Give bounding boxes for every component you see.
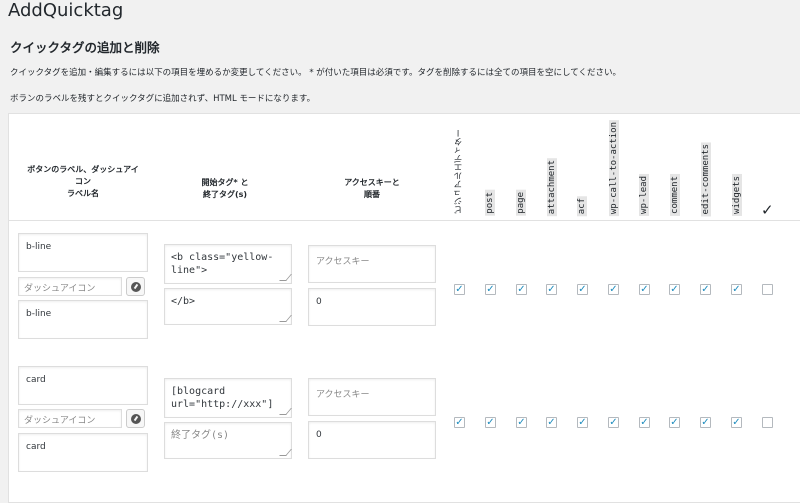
column-header-tags: 開始タグ* と 終了タグ(s) [201, 178, 249, 199]
description-note: ボランのラベルを残すとクイックタグに追加されず、HTML モードになります。 [10, 94, 316, 104]
section-title: クイックタグの追加と削除 [10, 40, 160, 55]
dashboard-icon[interactable] [126, 277, 145, 296]
checkbox-wp-call-to-action[interactable]: ✓ [608, 417, 619, 428]
checkbox-widgets[interactable]: ✓ [731, 284, 742, 295]
start-tag-textarea[interactable]: <b class="yellow- line"> [164, 244, 292, 284]
dashicon-input[interactable]: ダッシュアイコン [18, 277, 122, 296]
description-text: クイックタグを追加・編集するには以下の項目を埋めるか変更してください。 * が付… [10, 68, 621, 78]
end-tag-textarea[interactable]: </b> [164, 288, 292, 325]
access-key-input[interactable]: アクセスキー [308, 245, 436, 283]
title-input[interactable]: card [18, 433, 148, 472]
column-header-wp-call-to-action: wp-call-to-action [609, 119, 619, 216]
column-header-edit-comments: edit-comments [701, 141, 711, 216]
order-input[interactable]: 0 [308, 421, 436, 459]
column-header-acf: acf [577, 195, 587, 216]
checkbox-comment[interactable]: ✓ [669, 284, 680, 295]
checkbox-wp-lead[interactable]: ✓ [639, 417, 650, 428]
checkbox-page[interactable]: ✓ [516, 284, 527, 295]
checkbox-page[interactable]: ✓ [516, 417, 527, 428]
column-header-visual-editor: ビジュアルエディター [454, 129, 464, 214]
dashboard-icon[interactable] [126, 409, 145, 428]
checkbox-wp-call-to-action[interactable]: ✓ [608, 284, 619, 295]
button-label-input[interactable]: b-line [18, 233, 148, 272]
checkbox-attachment[interactable]: ✓ [546, 417, 557, 428]
column-header-attachment: attachment [547, 157, 557, 216]
access-key-input[interactable]: アクセスキー [308, 378, 436, 416]
checkbox-widgets[interactable]: ✓ [731, 417, 742, 428]
column-header-accesskey: アクセスキーと 順番 [344, 178, 400, 199]
checkbox-attachment[interactable]: ✓ [546, 284, 557, 295]
checkbox-comment[interactable]: ✓ [669, 417, 680, 428]
checkbox-acf[interactable]: ✓ [577, 284, 588, 295]
checkbox-post[interactable]: ✓ [485, 417, 496, 428]
dashicon-input[interactable]: ダッシュアイコン [18, 409, 122, 428]
column-header-wp-lead: wp-lead [639, 174, 649, 216]
button-label-input[interactable]: card [18, 366, 148, 405]
title-input[interactable]: b-line [18, 300, 148, 339]
column-header-widgets: widgets [732, 174, 742, 216]
checkbox-wp-lead[interactable]: ✓ [639, 284, 650, 295]
order-input[interactable]: 0 [308, 288, 436, 326]
app-title: AddQuicktag [8, 0, 124, 21]
checkbox-post[interactable]: ✓ [485, 284, 496, 295]
column-header-post: post [485, 190, 495, 216]
end-tag-textarea[interactable]: 終了タグ(s) [164, 422, 292, 459]
checkbox-edit-comments[interactable]: ✓ [700, 417, 711, 428]
checkbox-select-all[interactable] [762, 284, 773, 295]
column-header-page: page [516, 190, 526, 216]
start-tag-textarea[interactable]: [blogcard url="http://xxx"] [164, 378, 292, 418]
checkbox-visual-editor[interactable]: ✓ [454, 417, 465, 428]
checkbox-acf[interactable]: ✓ [577, 417, 588, 428]
column-header-label: ボタンのラベル、ダッシュアイ コン ラベル名 [27, 165, 139, 198]
checkbox-edit-comments[interactable]: ✓ [700, 284, 711, 295]
checkbox-select-all[interactable] [762, 417, 773, 428]
select-all-checkmark-icon[interactable]: ✓ [761, 201, 774, 219]
column-header-comment: comment [670, 174, 680, 216]
checkbox-visual-editor[interactable]: ✓ [454, 284, 465, 295]
header-divider [8, 220, 800, 221]
